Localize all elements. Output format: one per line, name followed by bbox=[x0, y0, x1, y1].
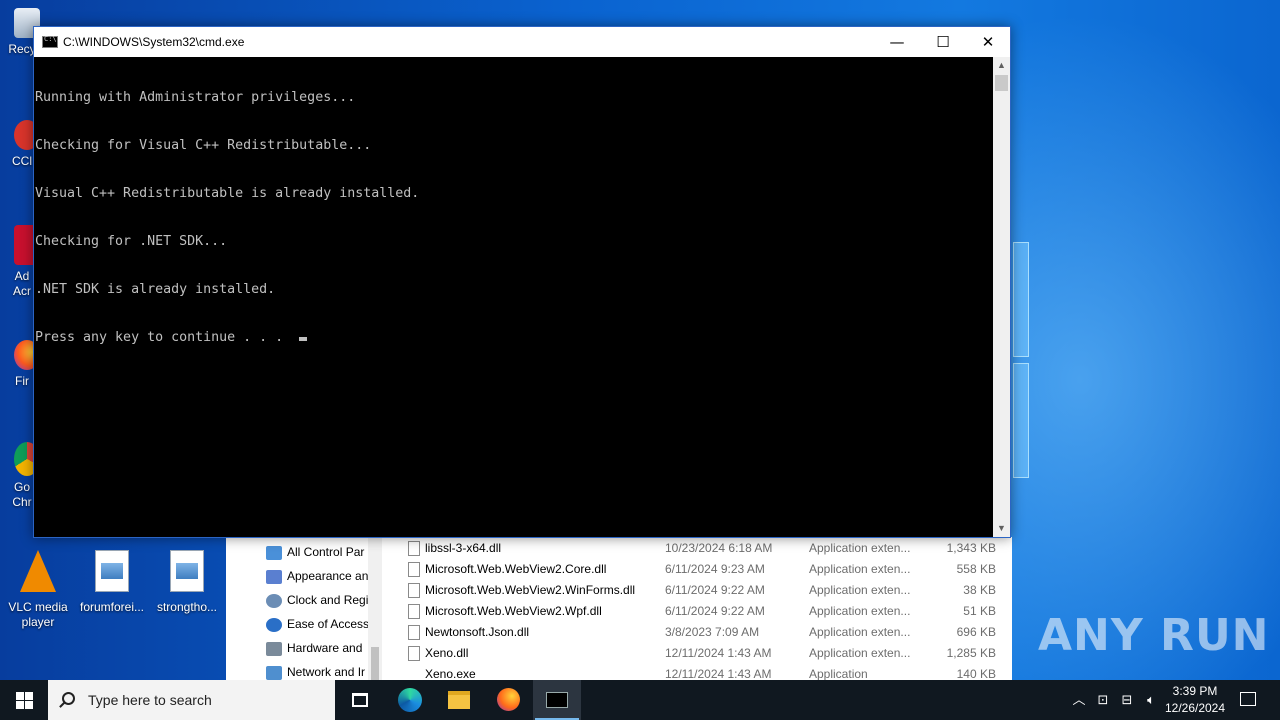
windows-logo-pane bbox=[1013, 363, 1029, 478]
network-icon bbox=[266, 666, 282, 680]
file-explorer-window: All Control Par Appearance an Clock and … bbox=[226, 537, 1012, 680]
cmd-app-icon bbox=[42, 35, 58, 48]
dll-file-icon bbox=[408, 541, 420, 556]
file-row[interactable]: Microsoft.Web.WebView2.Wpf.dll 6/11/2024… bbox=[406, 601, 996, 622]
console-line-prompt: Press any key to continue . . . bbox=[35, 330, 995, 346]
console-line: Checking for Visual C++ Redistributable.… bbox=[35, 138, 372, 153]
minimize-icon: — bbox=[889, 33, 905, 51]
taskbar-search-box[interactable]: Type here to search bbox=[48, 680, 335, 720]
windows-logo-pane bbox=[1013, 242, 1029, 357]
volume-icon: 🔈︎ bbox=[1147, 692, 1155, 707]
console-output[interactable]: Running with Administrator privileges...… bbox=[34, 57, 995, 537]
taskbar-edge[interactable] bbox=[386, 680, 434, 720]
anyrun-watermark: ANY RUN bbox=[1038, 610, 1270, 661]
file-row[interactable]: Xeno.dll 12/11/2024 1:43 AM Application … bbox=[406, 643, 996, 664]
chevron-up-icon: ︿ bbox=[1072, 692, 1086, 707]
file-row[interactable]: Newtonsoft.Json.dll 3/8/2023 7:09 AM App… bbox=[406, 622, 996, 643]
close-icon: ✕ bbox=[981, 33, 995, 51]
taskbar-clock[interactable]: 3:39 PM 12/26/2024 bbox=[1160, 683, 1230, 717]
tray-volume[interactable]: 🔈︎ bbox=[1140, 680, 1162, 720]
title-bar[interactable]: C:\WINDOWS\System32\cmd.exe — ☐ ✕ bbox=[34, 27, 1010, 57]
cmd-icon bbox=[546, 692, 568, 708]
tray-network[interactable]: ⊟ bbox=[1116, 680, 1138, 720]
taskbar-firefox[interactable] bbox=[484, 680, 532, 720]
maximize-icon: ☐ bbox=[936, 33, 950, 51]
scroll-down-arrow-icon[interactable]: ▼ bbox=[993, 520, 1010, 537]
dll-file-icon bbox=[408, 583, 420, 598]
desktop-icon-strongtho[interactable]: strongtho... bbox=[149, 550, 225, 615]
cmd-window[interactable]: C:\WINDOWS\System32\cmd.exe — ☐ ✕ Runnin… bbox=[33, 26, 1011, 538]
console-line: .NET SDK is already installed. bbox=[35, 282, 276, 297]
search-icon bbox=[62, 692, 75, 705]
edge-icon bbox=[398, 688, 422, 712]
minimize-button[interactable]: — bbox=[874, 27, 920, 57]
taskbar: Type here to search ︿ ⊡ ⊟ 🔈︎ 3:39 PM 12/… bbox=[0, 680, 1280, 720]
exe-file-icon bbox=[408, 667, 420, 680]
clock-date: 12/26/2024 bbox=[1164, 701, 1226, 715]
task-view-button[interactable] bbox=[336, 680, 384, 720]
tray-meet-now[interactable]: ⊡ bbox=[1092, 680, 1114, 720]
close-button[interactable]: ✕ bbox=[965, 27, 1011, 57]
hardware-icon bbox=[266, 642, 282, 656]
desktop-icon-vlc[interactable]: VLC media player bbox=[0, 550, 76, 630]
text-cursor bbox=[299, 337, 308, 341]
taskbar-cmd[interactable] bbox=[533, 680, 581, 720]
console-line: Visual C++ Redistributable is already in… bbox=[35, 186, 420, 201]
file-row[interactable]: Microsoft.Web.WebView2.WinForms.dll 6/11… bbox=[406, 580, 996, 601]
image-file-icon bbox=[92, 550, 132, 594]
window-title: C:\WINDOWS\System32\cmd.exe bbox=[63, 35, 245, 49]
firefox-icon bbox=[497, 688, 520, 711]
console-line: Running with Administrator privileges... bbox=[35, 90, 356, 105]
folder-icon bbox=[448, 691, 470, 709]
taskbar-file-explorer[interactable] bbox=[435, 680, 483, 720]
action-center-button[interactable] bbox=[1234, 680, 1262, 720]
ease-of-access-icon bbox=[266, 618, 282, 632]
dll-file-icon bbox=[408, 625, 420, 640]
clock-icon bbox=[266, 594, 282, 608]
appearance-icon bbox=[266, 570, 282, 584]
clock-time: 3:39 PM bbox=[1172, 684, 1218, 698]
dll-file-icon bbox=[408, 604, 420, 619]
scroll-up-arrow-icon[interactable]: ▲ bbox=[993, 57, 1010, 74]
file-row[interactable]: libssl-3-x64.dll 10/23/2024 6:18 AM Appl… bbox=[406, 538, 996, 559]
dll-file-icon bbox=[408, 562, 420, 577]
show-hidden-icons-button[interactable]: ︿ bbox=[1068, 680, 1090, 720]
notification-icon bbox=[1240, 692, 1256, 706]
meet-now-icon: ⊡ bbox=[1097, 692, 1109, 707]
desktop-icon-forumforei[interactable]: forumforei... bbox=[74, 550, 150, 615]
file-row[interactable]: Xeno.exe 12/11/2024 1:43 AM Application … bbox=[406, 664, 996, 680]
task-view-icon bbox=[352, 693, 368, 707]
maximize-button[interactable]: ☐ bbox=[920, 27, 966, 57]
image-file-icon bbox=[167, 550, 207, 594]
file-row[interactable]: Microsoft.Web.WebView2.Core.dll 6/11/202… bbox=[406, 559, 996, 580]
vlc-icon bbox=[18, 550, 58, 594]
console-scrollbar[interactable]: ▲ ▼ bbox=[993, 57, 1010, 537]
explorer-nav-pane: All Control Par Appearance an Clock and … bbox=[226, 537, 382, 680]
console-line: Press any key to continue . . . bbox=[35, 330, 292, 345]
nav-scrollbar[interactable] bbox=[368, 537, 382, 680]
scrollbar-thumb[interactable] bbox=[995, 75, 1008, 91]
console-line: Checking for .NET SDK... bbox=[35, 234, 228, 249]
dll-file-icon bbox=[408, 646, 420, 661]
control-panel-icon bbox=[266, 546, 282, 560]
search-placeholder: Type here to search bbox=[88, 692, 212, 708]
network-icon: ⊟ bbox=[1121, 692, 1133, 707]
start-button[interactable] bbox=[0, 680, 48, 720]
